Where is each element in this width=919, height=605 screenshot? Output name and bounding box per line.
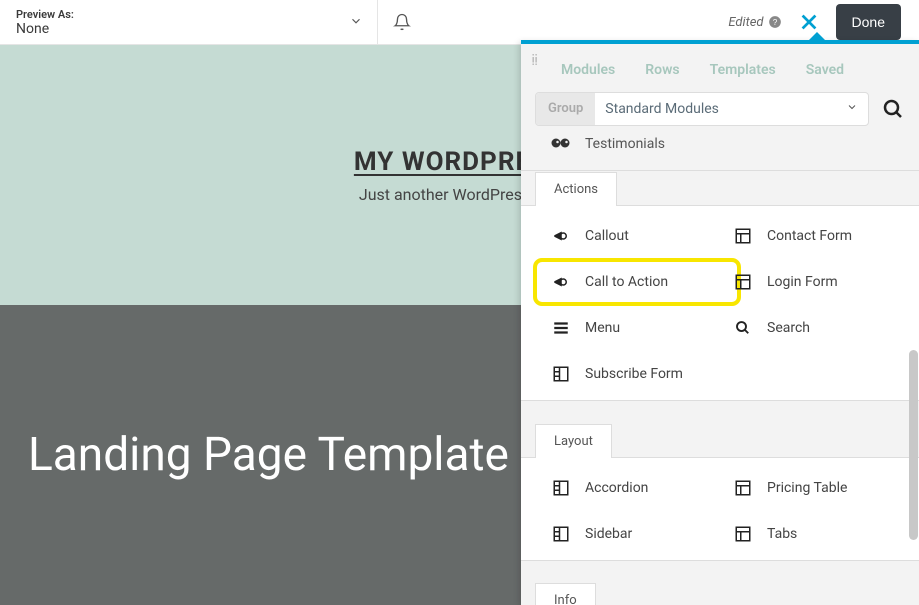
section-tab-layout[interactable]: Layout — [535, 424, 612, 458]
group-chip: Group — [536, 93, 595, 125]
tab-saved[interactable]: Saved — [806, 62, 844, 78]
section-gap — [521, 401, 919, 423]
module-item-sidebar[interactable]: Sidebar — [551, 524, 723, 544]
sidebar-icon — [551, 478, 571, 498]
module-item-label: Subscribe Form — [585, 366, 683, 382]
search-icon — [881, 97, 905, 121]
top-toolbar: Preview As: None Edited ? Done — [0, 0, 919, 45]
drag-handle-icon[interactable]: ⠿⠿ — [531, 58, 539, 66]
section-head-info: Info — [521, 583, 919, 605]
section-gap — [521, 561, 919, 583]
testimonials-icon — [551, 137, 571, 151]
module-item-label: Menu — [585, 320, 620, 336]
megaphone-icon — [551, 226, 571, 246]
module-item-search[interactable]: Search — [733, 318, 905, 338]
form-icon — [733, 272, 753, 292]
module-item-pricing-table[interactable]: Pricing Table — [733, 478, 905, 498]
section-tab-actions[interactable]: Actions — [535, 172, 617, 206]
tab-templates[interactable]: Templates — [710, 62, 776, 78]
module-item-label: Search — [767, 320, 810, 336]
module-item-label: Callout — [585, 228, 629, 244]
layout-grid: Accordion Pricing Table Sidebar Tabs — [551, 478, 905, 544]
module-item-menu[interactable]: Menu — [551, 318, 723, 338]
bell-icon — [393, 13, 411, 31]
module-item-label: Sidebar — [585, 526, 632, 542]
search-button[interactable] — [881, 97, 905, 121]
menu-icon — [551, 318, 571, 338]
sidebar-icon — [551, 364, 571, 384]
edited-status: Edited ? — [728, 15, 781, 30]
module-item-contact-form[interactable]: Contact Form — [733, 226, 905, 246]
svg-text:?: ? — [772, 18, 777, 27]
builder-panel: ⠿⠿ Modules Rows Templates Saved Group St… — [521, 40, 919, 605]
done-button[interactable]: Done — [836, 4, 901, 40]
chevron-down-icon — [349, 14, 363, 28]
section-head-actions: Actions — [521, 171, 919, 205]
section-head-layout: Layout — [521, 423, 919, 457]
sidebar-icon — [551, 524, 571, 544]
module-item-tabs[interactable]: Tabs — [733, 524, 905, 544]
panel-arrow — [807, 32, 827, 42]
section-body-actions: Callout Contact Form Call to Action Logi… — [521, 205, 919, 401]
section-tab-info[interactable]: Info — [535, 583, 596, 605]
module-item-subscribe-form[interactable]: Subscribe Form — [551, 364, 723, 384]
chevron-down-icon — [836, 93, 868, 125]
module-item-call-to-action[interactable]: Call to Action — [541, 266, 733, 298]
page-area: MY WORDPRESS Just another WordPress site… — [0, 45, 919, 605]
preview-as-select[interactable]: Preview As: None — [0, 0, 378, 44]
scrollbar-thumb[interactable] — [909, 350, 918, 540]
panel-tabs: ⠿⠿ Modules Rows Templates Saved — [521, 44, 919, 92]
megaphone-icon — [551, 272, 571, 292]
module-item-label: Tabs — [767, 526, 797, 542]
module-item-label: Call to Action — [585, 274, 668, 290]
module-item-label: Login Form — [767, 274, 838, 290]
tab-modules[interactable]: Modules — [561, 62, 615, 78]
help-icon[interactable]: ? — [768, 15, 782, 29]
notifications-button[interactable] — [378, 0, 426, 44]
panel-scroll-area[interactable]: Testimonials Actions Callout Contact For… — [521, 136, 919, 605]
module-item-label: Accordion — [585, 480, 648, 496]
actions-grid: Callout Contact Form Call to Action Logi… — [551, 226, 905, 384]
module-item-label: Pricing Table — [767, 480, 847, 496]
module-item-label: Testimonials — [585, 136, 665, 152]
edited-text: Edited — [728, 15, 763, 30]
group-value: Standard Modules — [595, 93, 836, 125]
preview-as-value: None — [16, 21, 361, 37]
module-item-callout[interactable]: Callout — [551, 226, 723, 246]
form-icon — [733, 478, 753, 498]
module-item-login-form[interactable]: Login Form — [733, 272, 905, 292]
panel-filter-row: Group Standard Modules — [521, 92, 919, 136]
close-panel-button[interactable] — [798, 11, 820, 33]
page-title: Landing Page Template — [28, 428, 509, 482]
search-icon — [733, 318, 753, 338]
module-item-accordion[interactable]: Accordion — [551, 478, 723, 498]
group-select[interactable]: Group Standard Modules — [535, 92, 869, 126]
toolbar-spacer — [426, 0, 728, 44]
tab-rows[interactable]: Rows — [645, 62, 679, 78]
preview-as-label: Preview As: — [16, 8, 361, 21]
form-icon — [733, 226, 753, 246]
form-icon — [733, 524, 753, 544]
close-icon — [798, 11, 820, 33]
module-item-label: Contact Form — [767, 228, 852, 244]
module-item-testimonials[interactable]: Testimonials — [521, 136, 919, 171]
section-body-layout: Accordion Pricing Table Sidebar Tabs — [521, 457, 919, 561]
